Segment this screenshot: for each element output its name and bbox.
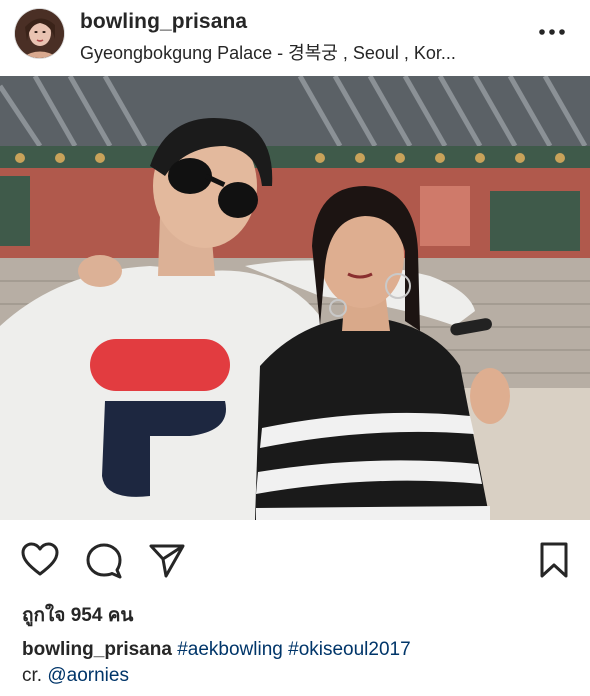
hashtag-link[interactable]: #okiseoul2017: [288, 639, 411, 660]
paper-plane-icon[interactable]: [147, 540, 187, 580]
heart-icon[interactable]: [20, 540, 60, 580]
bookmark-icon[interactable]: [534, 540, 574, 580]
post-username[interactable]: bowling_prisana: [80, 10, 247, 34]
mention-link[interactable]: @aornies: [47, 665, 129, 686]
post-location[interactable]: Gyeongbokgung Palace - 경복궁 , Seoul , Kor…: [80, 39, 456, 65]
caption-username[interactable]: bowling_prisana: [22, 639, 172, 660]
avatar-image: [15, 9, 64, 58]
caption-credit: cr. @aornies: [22, 665, 129, 687]
caption: bowling_prisana #aekbowling #okiseoul201…: [22, 636, 582, 664]
likes-number: 954: [70, 605, 103, 626]
hashtag-link[interactable]: #aekbowling: [177, 639, 283, 660]
likes-suffix: คน: [107, 605, 134, 626]
more-options-icon[interactable]: [536, 24, 568, 40]
post-image: [0, 76, 590, 520]
avatar[interactable]: [15, 9, 64, 58]
action-bar: [0, 520, 590, 596]
post-header: bowling_prisana Gyeongbokgung Palace - 경…: [0, 0, 590, 76]
like-count[interactable]: ถูกใจ 954 คน: [22, 600, 133, 630]
credit-prefix: cr.: [22, 665, 43, 686]
likes-prefix: ถูกใจ: [22, 605, 66, 626]
post-photo[interactable]: [0, 76, 590, 520]
comment-bubble-icon[interactable]: [84, 540, 124, 580]
